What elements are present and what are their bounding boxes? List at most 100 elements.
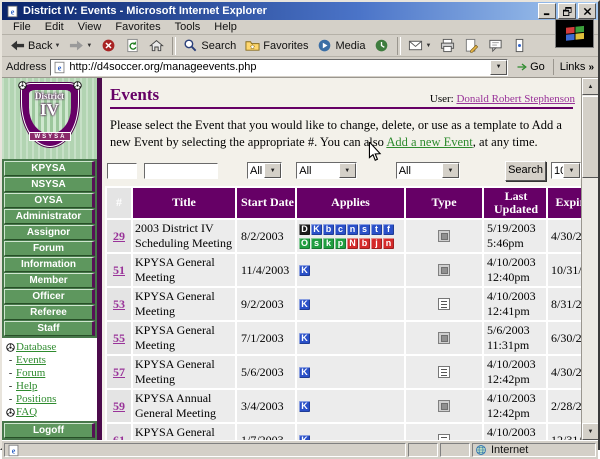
toolbar-favorites-button[interactable]: Favorites bbox=[241, 35, 312, 56]
chevron-down-icon: ▼ bbox=[563, 163, 580, 178]
sidebar-item-assignor[interactable]: Assignor bbox=[4, 225, 95, 240]
event-last-updated: 4/10/200312:40pm bbox=[484, 254, 546, 286]
table-row: 292003 District IV Scheduling Meeting8/2… bbox=[107, 220, 581, 252]
subnav-link-events[interactable]: Events bbox=[16, 354, 46, 366]
sidebar-item-oysa[interactable]: OYSA bbox=[4, 193, 95, 208]
event-expires: 12/31/2003 bbox=[548, 424, 581, 440]
chevron-down-icon: ▼ bbox=[339, 163, 356, 178]
sidebar-item-nsysa[interactable]: NSYSA bbox=[4, 177, 95, 192]
chevron-down-icon: ▼ bbox=[54, 43, 60, 49]
filter-id-input[interactable] bbox=[107, 163, 137, 179]
close-button[interactable] bbox=[578, 3, 596, 19]
ie-page-icon: e bbox=[6, 5, 19, 18]
subnav-link-positions[interactable]: Positions bbox=[16, 393, 56, 405]
applies-icon-n: n bbox=[383, 238, 394, 249]
event-start-date: 7/1/2003 bbox=[237, 322, 295, 354]
mail-icon bbox=[408, 38, 423, 53]
chevron-down-icon: ▼ bbox=[86, 43, 92, 49]
history-icon bbox=[374, 38, 389, 53]
toolbar-stop-button[interactable] bbox=[97, 35, 120, 56]
toolbar-discuss-button[interactable] bbox=[484, 35, 507, 56]
filter-type-select[interactable]: All ▼ bbox=[296, 162, 356, 179]
address-input[interactable]: e http://d4soccer.org/manageevents.php ▼ bbox=[50, 59, 508, 76]
event-id-link[interactable]: 29 bbox=[113, 229, 125, 243]
address-dropdown-button[interactable]: ▼ bbox=[490, 60, 507, 75]
menu-favorites[interactable]: Favorites bbox=[108, 21, 167, 33]
applies-icon-s: s bbox=[359, 224, 370, 235]
subnav-link-forum[interactable]: Forum bbox=[16, 367, 45, 379]
event-expires: 4/30/2004 bbox=[548, 356, 581, 388]
toolbar-forward-button[interactable]: ▼ bbox=[65, 35, 96, 56]
home-icon bbox=[149, 38, 164, 53]
scroll-down-button[interactable]: ▼ bbox=[582, 423, 598, 440]
user-name-link[interactable]: Donald Robert Stephenson bbox=[456, 93, 575, 105]
menu-edit[interactable]: Edit bbox=[38, 21, 71, 33]
sidebar-item-information[interactable]: Information bbox=[4, 257, 95, 272]
subnav-row: -Help bbox=[5, 380, 97, 392]
table-row: 55KPYSA General Meeting7/1/2003K5/6/2003… bbox=[107, 322, 581, 354]
filter-status-select[interactable]: All ▼ bbox=[396, 162, 460, 179]
menu-help[interactable]: Help bbox=[207, 21, 244, 33]
applies-icon-c: c bbox=[335, 224, 346, 235]
status-zone-panel: Internet bbox=[472, 443, 596, 457]
menu-file[interactable]: File bbox=[6, 21, 38, 33]
svg-text:e: e bbox=[11, 7, 15, 16]
event-id-link[interactable]: 59 bbox=[113, 399, 125, 413]
add-new-event-link[interactable]: Add a new Event bbox=[386, 135, 472, 149]
sidebar-item-officer[interactable]: Officer bbox=[4, 289, 95, 304]
restore-button[interactable] bbox=[558, 3, 576, 19]
toolbar-print-button[interactable] bbox=[436, 35, 459, 56]
event-id-link[interactable]: 51 bbox=[113, 263, 125, 277]
content-area: District IV WSYSA KPYSANSYSAOYSAAdminist… bbox=[2, 78, 598, 440]
sidebar-item-kpysa[interactable]: KPYSA bbox=[4, 161, 95, 176]
toolbar-refresh-button[interactable] bbox=[121, 35, 144, 56]
soccer-ball-icon bbox=[5, 343, 16, 352]
event-id-link[interactable]: 53 bbox=[113, 297, 125, 311]
scroll-up-button[interactable]: ▲ bbox=[582, 78, 598, 95]
search-button[interactable]: Search bbox=[505, 161, 546, 181]
event-id-link[interactable]: 61 bbox=[113, 433, 125, 440]
toolbar-search-label: Search bbox=[201, 40, 236, 52]
status-panel bbox=[408, 443, 438, 457]
status-main-panel: e bbox=[4, 443, 406, 457]
back-icon bbox=[10, 38, 25, 53]
toolbar-mail-button[interactable]: ▼ bbox=[404, 35, 435, 56]
sidebar-item-staff[interactable]: Staff bbox=[4, 321, 95, 336]
sidebar-item-referee[interactable]: Referee bbox=[4, 305, 95, 320]
toolbar-media-button[interactable]: Media bbox=[313, 35, 369, 56]
toolbar-history-button[interactable] bbox=[370, 35, 393, 56]
menu-view[interactable]: View bbox=[71, 21, 109, 33]
menu-tools[interactable]: Tools bbox=[168, 21, 208, 33]
event-expires: 4/30/2004 bbox=[548, 220, 581, 252]
toolbar-messenger-button[interactable] bbox=[508, 35, 531, 56]
applies-icon-j: j bbox=[371, 238, 382, 249]
subnav-link-database[interactable]: Database bbox=[16, 341, 56, 353]
filter-title-input[interactable] bbox=[144, 163, 218, 179]
filter-applies-select[interactable]: All ▼ bbox=[247, 162, 282, 179]
updated-time: 12:41pm bbox=[487, 304, 530, 318]
links-bar[interactable]: Links » bbox=[553, 59, 594, 75]
toolbar-home-button[interactable] bbox=[145, 35, 168, 56]
sidebar-item-forum[interactable]: Forum bbox=[4, 241, 95, 256]
vertical-scrollbar[interactable]: ▲ ▼ bbox=[581, 78, 598, 440]
toolbar-search-button[interactable]: Search bbox=[179, 35, 240, 56]
favorites-icon bbox=[245, 38, 260, 53]
event-title: KPYSA General Meeting bbox=[133, 288, 235, 320]
event-id-link[interactable]: 55 bbox=[113, 331, 125, 345]
event-applies: DKbcnstfOskpNbjn bbox=[297, 220, 404, 252]
scrollbar-thumb[interactable] bbox=[582, 96, 598, 178]
event-id-link[interactable]: 57 bbox=[113, 365, 125, 379]
minimize-button[interactable] bbox=[538, 3, 556, 19]
edit-icon bbox=[464, 38, 479, 53]
per-page-select[interactable]: 10 ▼ bbox=[551, 162, 581, 179]
toolbar-edit-button[interactable] bbox=[460, 35, 483, 56]
subnav-link-faq[interactable]: FAQ bbox=[16, 406, 37, 418]
go-button[interactable]: Go bbox=[512, 59, 549, 75]
toolbar-back-button[interactable]: Back▼ bbox=[6, 35, 64, 56]
sidebar-item-logoff[interactable]: Logoff bbox=[4, 423, 95, 438]
sidebar-item-member[interactable]: Member bbox=[4, 273, 95, 288]
applies-icon-K: K bbox=[299, 367, 310, 378]
event-applies: K bbox=[297, 254, 404, 286]
subnav-link-help[interactable]: Help bbox=[16, 380, 37, 392]
sidebar-item-administrator[interactable]: Administrator bbox=[4, 209, 95, 224]
